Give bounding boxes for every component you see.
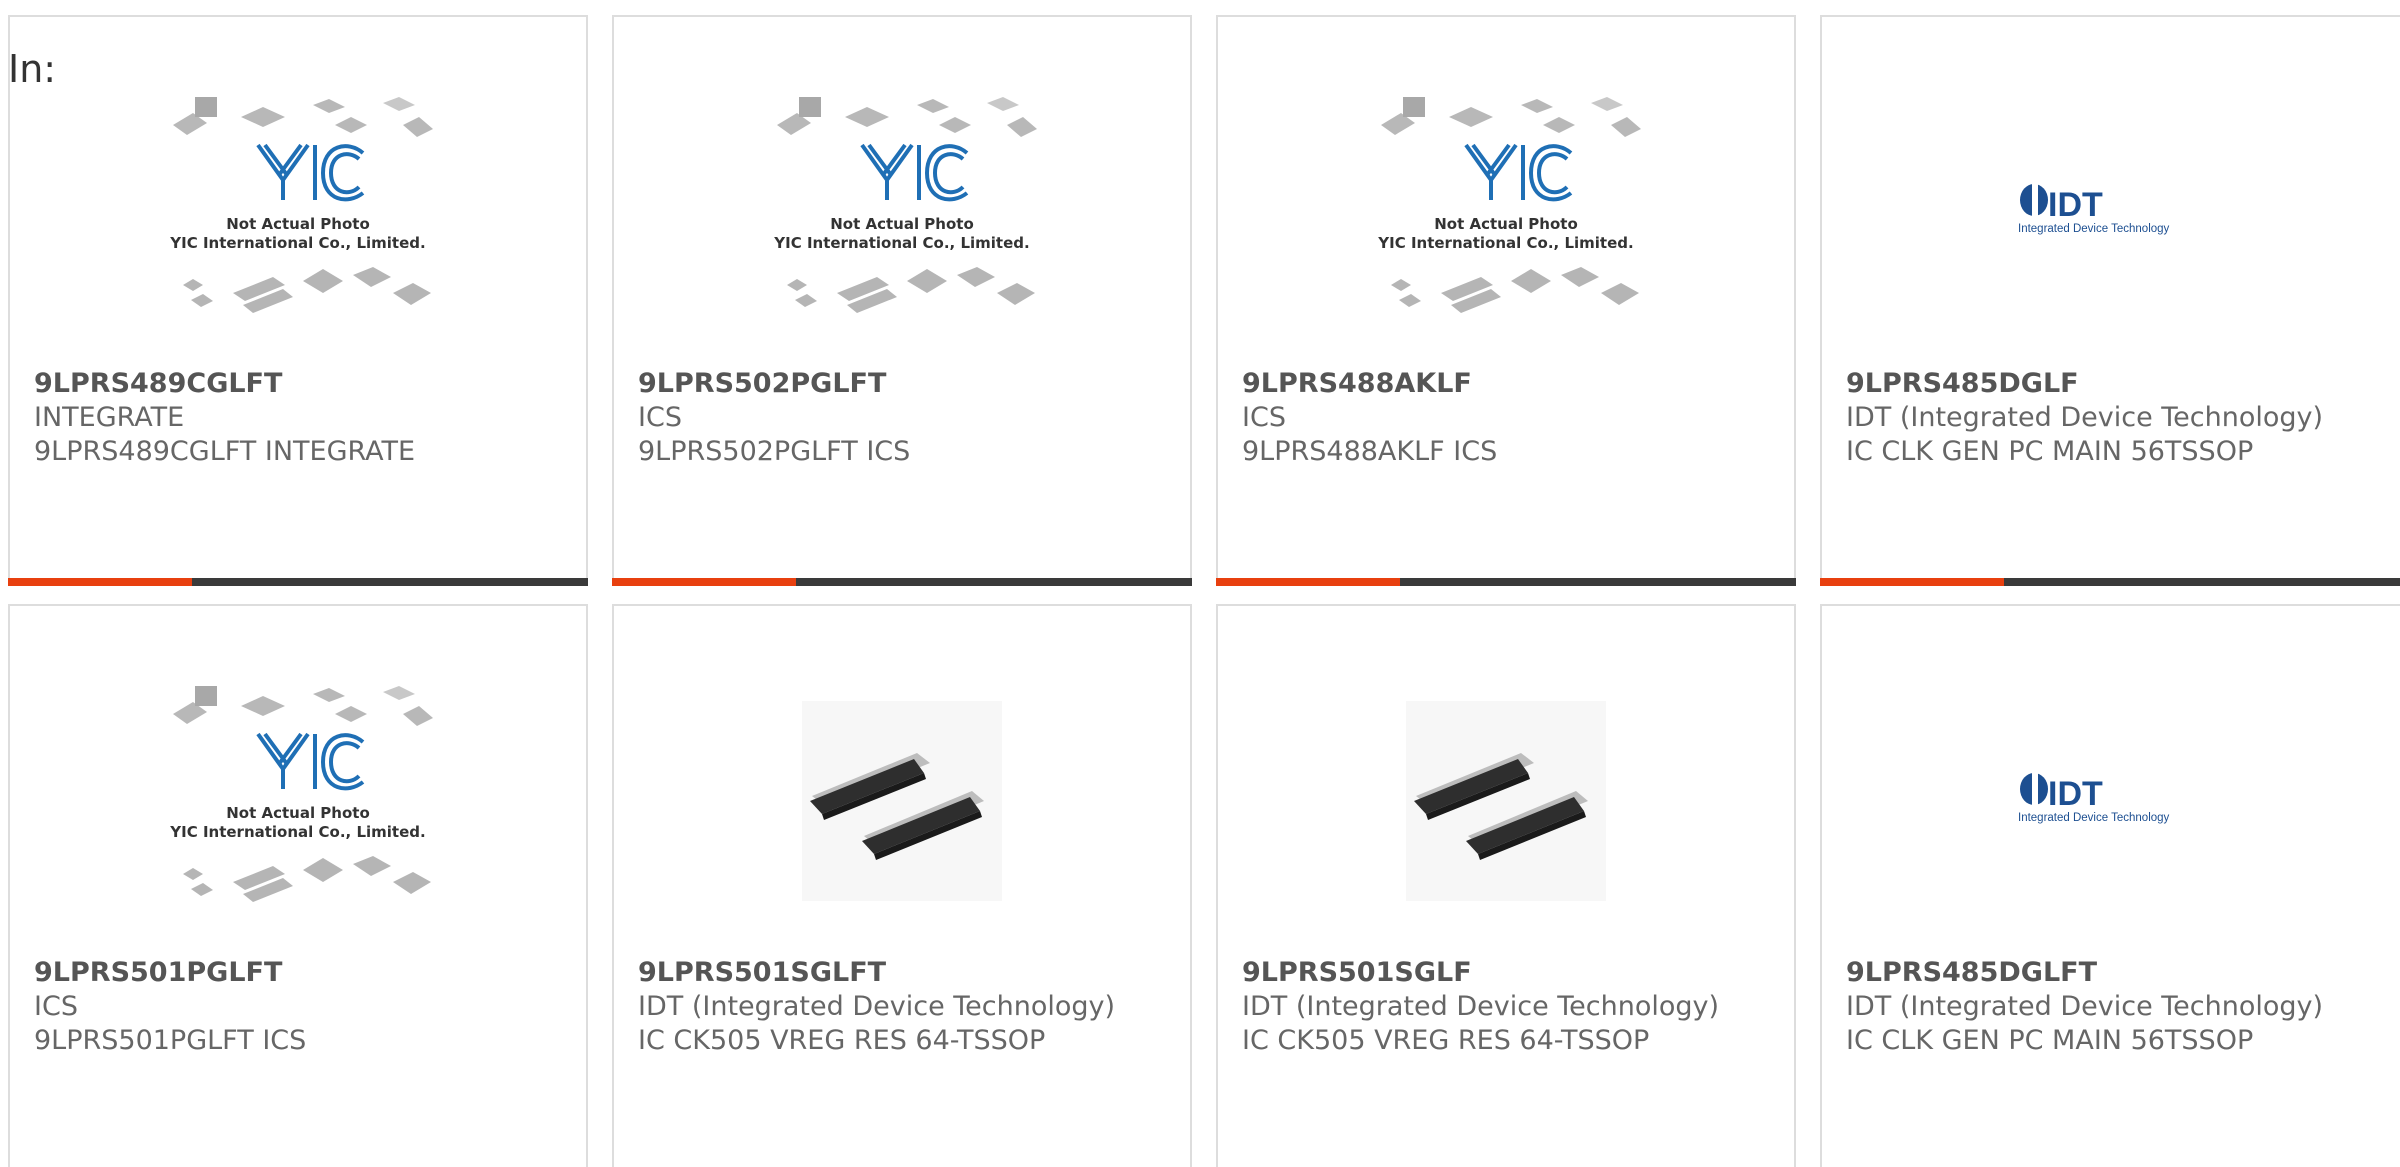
manufacturer: ICS [1242,402,1286,433]
part-number[interactable]: 9LPRS485DGLF [1846,367,2394,401]
part-number[interactable]: 9LPRS501SGLFT [638,956,1166,990]
description: 9LPRS489CGLFT INTEGRATE [34,436,416,467]
product-card[interactable]: Not Actual Photo YIC International Co., … [612,15,1192,586]
part-number[interactable]: 9LPRS502PGLFT [638,367,1166,401]
image-caption-2: YIC International Co., Limited. [1377,234,1633,252]
manufacturer: ICS [34,991,78,1022]
description: IC CK505 VREG RES 64-TSSOP [1242,1025,1650,1056]
product-info: 9LPRS501SGLF IDT (Integrated Device Tech… [1242,956,1770,1058]
image-caption-1: Not Actual Photo [226,215,370,233]
part-number[interactable]: 9LPRS501PGLFT [34,956,562,990]
product-info: 9LPRS489CGLFT INTEGRATE 9LPRS489CGLFT IN… [34,367,562,469]
product-info: 9LPRS485DGLFT IDT (Integrated Device Tec… [1846,956,2394,1058]
image-caption-2: YIC International Co., Limited. [169,823,425,841]
image-caption-2: YIC International Co., Limited. [773,234,1029,252]
product-card[interactable]: 9LPRS501SGLFT IDT (Integrated Device Tec… [612,604,1192,1167]
product-card[interactable]: IDT Integrated Device Technology 9LPRS48… [1820,15,2400,586]
description: IC CK505 VREG RES 64-TSSOP [638,1025,1046,1056]
logo-tagline: Integrated Device Technology [2018,223,2170,235]
tssop-chip-photo-icon [1218,646,1794,956]
product-info: 9LPRS501SGLFT IDT (Integrated Device Tec… [638,956,1166,1058]
product-card[interactable]: Not Actual Photo YIC International Co., … [1216,15,1796,586]
logo-tagline: Integrated Device Technology [2018,812,2170,824]
product-card[interactable]: IDT Integrated Device Technology 9LPRS48… [1820,604,2400,1167]
card-progress-bar [1820,578,2400,586]
part-number[interactable]: 9LPRS485DGLFT [1846,956,2394,990]
description: 9LPRS501PGLFT ICS [34,1025,307,1056]
card-accent-bar [1820,578,2004,586]
card-progress-bar [8,578,588,586]
image-caption-1: Not Actual Photo [226,804,370,822]
part-number[interactable]: 9LPRS501SGLF [1242,956,1770,990]
manufacturer: IDT (Integrated Device Technology) [1242,991,1720,1022]
idt-logo-icon: IDT Integrated Device Technology [1822,57,2400,367]
manufacturer: IDT (Integrated Device Technology) [1846,402,2324,433]
card-accent-bar [612,578,796,586]
card-accent-bar [1216,578,1400,586]
product-info: 9LPRS502PGLFT ICS 9LPRS502PGLFT ICS [638,367,1166,469]
tssop-chip-photo-icon [614,646,1190,956]
manufacturer: IDT (Integrated Device Technology) [1846,991,2324,1022]
description: IC CLK GEN PC MAIN 56TSSOP [1846,1025,2254,1056]
description: IC CLK GEN PC MAIN 56TSSOP [1846,436,2254,467]
product-card[interactable]: 9LPRS501SGLF IDT (Integrated Device Tech… [1216,604,1796,1167]
image-caption-2: YIC International Co., Limited. [169,234,425,252]
product-card[interactable]: Not Actual Photo YIC International Co., … [8,15,588,586]
logo-text: IDT [2048,186,2103,224]
card-progress-bar [612,578,1192,586]
yic-placeholder-icon: Not Actual Photo YIC International Co., … [10,57,586,367]
product-info: 9LPRS485DGLF IDT (Integrated Device Tech… [1846,367,2394,469]
manufacturer: INTEGRATE [34,402,185,433]
product-card[interactable]: Not Actual Photo YIC International Co., … [8,604,588,1167]
description: 9LPRS488AKLF ICS [1242,436,1498,467]
yic-placeholder-icon: Not Actual Photo YIC International Co., … [1218,57,1794,367]
filter-label: In: [8,47,57,91]
card-progress-bar [1216,578,1796,586]
product-info: 9LPRS501PGLFT ICS 9LPRS501PGLFT ICS [34,956,562,1058]
image-caption-1: Not Actual Photo [1434,215,1578,233]
logo-text: IDT [2048,775,2103,813]
image-caption-1: Not Actual Photo [830,215,974,233]
manufacturer: IDT (Integrated Device Technology) [638,991,1116,1022]
yic-placeholder-icon: Not Actual Photo YIC International Co., … [614,57,1190,367]
product-info: 9LPRS488AKLF ICS 9LPRS488AKLF ICS [1242,367,1770,469]
yic-placeholder-icon: Not Actual Photo YIC International Co., … [10,646,586,956]
part-number[interactable]: 9LPRS488AKLF [1242,367,1770,401]
idt-logo-icon: IDT Integrated Device Technology [1822,646,2400,956]
description: 9LPRS502PGLFT ICS [638,436,911,467]
product-grid-page: In: Not Actual Photo YIC International C… [0,0,2400,1167]
part-number[interactable]: 9LPRS489CGLFT [34,367,562,401]
card-accent-bar [8,578,192,586]
manufacturer: ICS [638,402,682,433]
